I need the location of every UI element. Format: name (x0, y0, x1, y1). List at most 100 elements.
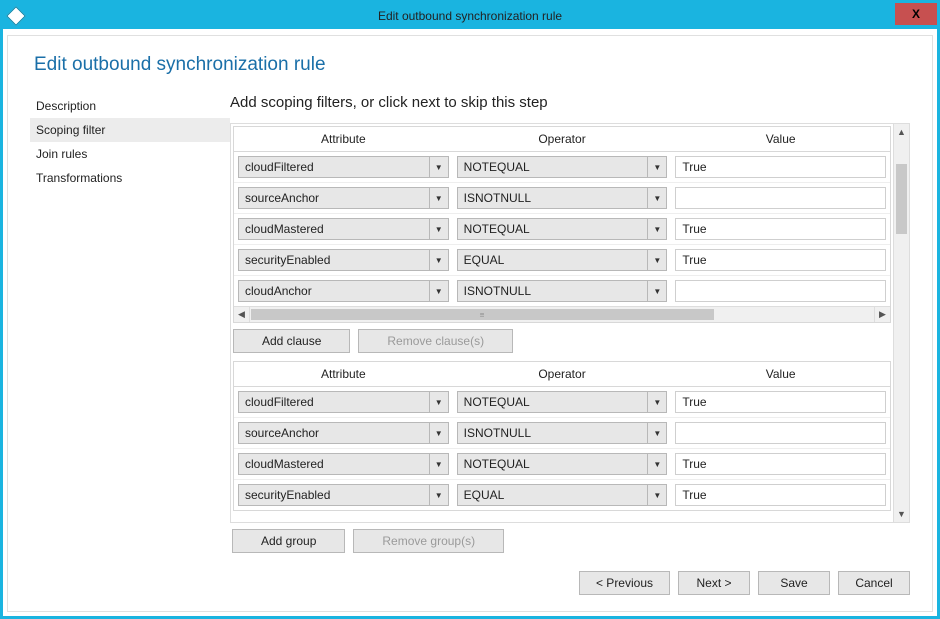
attribute-select[interactable]: securityEnabled▼ (238, 249, 449, 271)
attribute-select[interactable]: sourceAnchor▼ (238, 187, 449, 209)
operator-select[interactable]: EQUAL▼ (457, 249, 668, 271)
close-button[interactable]: X (895, 3, 937, 25)
scroll-left-icon: ◀ (234, 307, 250, 322)
chevron-down-icon: ▼ (647, 391, 667, 413)
attribute-select[interactable]: cloudFiltered▼ (238, 156, 449, 178)
value-input[interactable] (675, 187, 886, 209)
grip-icon: ≡ (480, 310, 486, 319)
title-bar: Edit outbound synchronization rule X (3, 3, 937, 29)
chevron-down-icon: ▼ (647, 187, 667, 209)
clause-row: cloudFiltered▼ NOTEQUAL▼ (234, 152, 890, 182)
value-input[interactable] (675, 422, 886, 444)
scoping-group: Attribute Operator Value cloudFiltered▼ … (233, 126, 891, 323)
operator-select[interactable]: ISNOTNULL▼ (457, 280, 668, 302)
attribute-select[interactable]: cloudFiltered▼ (238, 391, 449, 413)
body-area: Description Scoping filter Join rules Tr… (8, 94, 932, 609)
attribute-select[interactable]: cloudAnchor▼ (238, 280, 449, 302)
value-input[interactable] (675, 453, 886, 475)
chevron-down-icon: ▼ (429, 249, 449, 271)
next-button[interactable]: Next > (678, 571, 750, 595)
wizard-sidebar: Description Scoping filter Join rules Tr… (30, 94, 230, 595)
grid-rows: cloudFiltered▼ NOTEQUAL▼ sourceAnchor▼ I… (234, 387, 890, 510)
attribute-select[interactable]: securityEnabled▼ (238, 484, 449, 506)
col-operator: Operator (453, 127, 672, 151)
value-input[interactable] (675, 156, 886, 178)
hscroll-thumb[interactable]: ≡ (251, 309, 714, 320)
chevron-down-icon: ▼ (429, 156, 449, 178)
grid-header: Attribute Operator Value (234, 127, 890, 152)
grid-header: Attribute Operator Value (234, 362, 890, 387)
clause-row: securityEnabled▼ EQUAL▼ (234, 244, 890, 275)
scroll-right-icon: ▶ (874, 307, 890, 322)
col-attribute: Attribute (234, 127, 453, 151)
cancel-button[interactable]: Cancel (838, 571, 910, 595)
horizontal-scrollbar[interactable]: ◀ ≡ ▶ (234, 306, 890, 322)
close-icon: X (912, 7, 920, 21)
operator-select[interactable]: NOTEQUAL▼ (457, 156, 668, 178)
nav-join-rules[interactable]: Join rules (30, 142, 230, 166)
operator-select[interactable]: ISNOTNULL▼ (457, 422, 668, 444)
attribute-select[interactable]: cloudMastered▼ (238, 453, 449, 475)
groups-scroll-area: Attribute Operator Value cloudFiltered▼ … (230, 123, 910, 523)
clause-row: cloudAnchor▼ ISNOTNULL▼ (234, 275, 890, 306)
vertical-scrollbar[interactable]: ▲ ▼ (893, 124, 909, 522)
previous-button[interactable]: < Previous (579, 571, 670, 595)
attribute-select[interactable]: cloudMastered▼ (238, 218, 449, 240)
nav-transformations[interactable]: Transformations (30, 166, 230, 190)
clause-row: cloudMastered▼ NOTEQUAL▼ (234, 213, 890, 244)
page-heading: Edit outbound synchronization rule (34, 54, 932, 76)
group-button-row: Add group Remove group(s) (230, 523, 910, 559)
chevron-down-icon: ▼ (647, 453, 667, 475)
window-title: Edit outbound synchronization rule (3, 9, 937, 23)
vscroll-thumb[interactable] (896, 164, 907, 234)
operator-select[interactable]: NOTEQUAL▼ (457, 453, 668, 475)
operator-select[interactable]: ISNOTNULL▼ (457, 187, 668, 209)
scroll-down-icon: ▼ (894, 506, 909, 522)
wizard-footer: < Previous Next > Save Cancel (230, 559, 910, 595)
value-input[interactable] (675, 484, 886, 506)
value-input[interactable] (675, 280, 886, 302)
value-input[interactable] (675, 218, 886, 240)
chevron-down-icon: ▼ (647, 249, 667, 271)
save-button[interactable]: Save (758, 571, 830, 595)
chevron-down-icon: ▼ (647, 280, 667, 302)
main-row: Description Scoping filter Join rules Tr… (30, 94, 910, 595)
hscroll-track: ≡ (250, 307, 874, 322)
chevron-down-icon: ▼ (429, 484, 449, 506)
col-attribute: Attribute (234, 362, 453, 386)
clause-button-row: Add clause Remove clause(s) (231, 325, 893, 359)
add-group-button[interactable]: Add group (232, 529, 345, 553)
main-panel: Add scoping filters, or click next to sk… (230, 94, 910, 595)
nav-description[interactable]: Description (30, 94, 230, 118)
attribute-select[interactable]: sourceAnchor▼ (238, 422, 449, 444)
chevron-down-icon: ▼ (429, 187, 449, 209)
operator-select[interactable]: EQUAL▼ (457, 484, 668, 506)
operator-select[interactable]: NOTEQUAL▼ (457, 391, 668, 413)
chevron-down-icon: ▼ (647, 422, 667, 444)
value-input[interactable] (675, 249, 886, 271)
col-operator: Operator (453, 362, 672, 386)
clause-row: sourceAnchor▼ ISNOTNULL▼ (234, 182, 890, 213)
clause-row: sourceAnchor▼ ISNOTNULL▼ (234, 417, 890, 448)
clause-row: cloudFiltered▼ NOTEQUAL▼ (234, 387, 890, 417)
clause-row: securityEnabled▼ EQUAL▼ (234, 479, 890, 510)
chevron-down-icon: ▼ (647, 156, 667, 178)
chevron-down-icon: ▼ (429, 280, 449, 302)
nav-scoping-filter[interactable]: Scoping filter (30, 118, 230, 142)
operator-select[interactable]: NOTEQUAL▼ (457, 218, 668, 240)
groups-scroll-inner: Attribute Operator Value cloudFiltered▼ … (231, 124, 893, 522)
scoping-group: Attribute Operator Value cloudFiltered▼ … (233, 361, 891, 511)
remove-group-button[interactable]: Remove group(s) (353, 529, 504, 553)
chevron-down-icon: ▼ (647, 484, 667, 506)
col-value: Value (671, 362, 890, 386)
step-instruction: Add scoping filters, or click next to sk… (230, 94, 910, 111)
value-input[interactable] (675, 391, 886, 413)
chevron-down-icon: ▼ (429, 453, 449, 475)
add-clause-button[interactable]: Add clause (233, 329, 350, 353)
chevron-down-icon: ▼ (429, 391, 449, 413)
chevron-down-icon: ▼ (429, 218, 449, 240)
col-value: Value (671, 127, 890, 151)
grid-rows: cloudFiltered▼ NOTEQUAL▼ sourceAnchor▼ I… (234, 152, 890, 306)
content-panel: Edit outbound synchronization rule Descr… (7, 35, 933, 612)
remove-clause-button[interactable]: Remove clause(s) (358, 329, 513, 353)
